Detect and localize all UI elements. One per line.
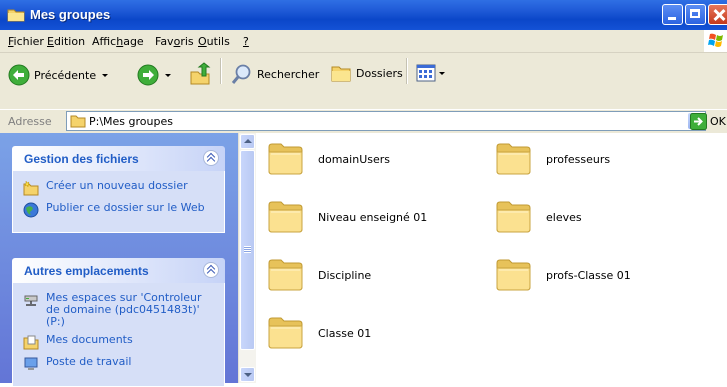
folder-icon	[268, 199, 304, 236]
my-computer-icon	[24, 357, 38, 370]
folder-icon	[496, 199, 532, 236]
close-button[interactable]	[708, 4, 727, 25]
place-label: Mes documents	[46, 333, 133, 346]
place-label: Poste de travail	[46, 355, 132, 368]
views-dropdown-icon[interactable]	[439, 71, 445, 75]
scroll-thumb[interactable]	[240, 150, 255, 350]
back-button[interactable]: Précédente	[8, 64, 109, 86]
other-places-body: Mes espaces sur 'Controleur de domaine (…	[12, 283, 225, 387]
windows-logo-icon	[704, 30, 727, 52]
menu-item[interactable]: Fichier	[8, 35, 44, 48]
folder-label: Classe 01	[318, 327, 372, 340]
folder-item[interactable]: Discipline	[268, 257, 371, 294]
folder-icon	[496, 141, 532, 178]
task-label: Publier ce dossier sur le Web	[46, 201, 205, 214]
folder-icon	[70, 115, 86, 128]
menu-item[interactable]: ?	[243, 35, 249, 48]
folder-item[interactable]: domainUsers	[268, 141, 390, 178]
menu-item[interactable]: Affichage	[92, 35, 144, 48]
network-drive-icon	[24, 295, 38, 306]
title-bar: Mes groupes	[0, 0, 727, 30]
file-tasks-panel: Gestion des fichiers Créer un nouveau do…	[12, 146, 225, 233]
go-arrow-icon	[690, 113, 707, 130]
forward-dropdown-icon[interactable]	[165, 73, 171, 77]
window-title: Mes groupes	[30, 7, 111, 22]
task-pane: Gestion des fichiers Créer un nouveau do…	[0, 133, 238, 387]
folder-icon	[268, 257, 304, 294]
place-my-computer[interactable]: Poste de travail	[23, 356, 214, 372]
folder-icon	[7, 7, 25, 25]
task-publish-web[interactable]: Publier ce dossier sur le Web	[23, 202, 214, 218]
new-folder-icon	[23, 180, 39, 196]
forward-button[interactable]	[137, 64, 171, 86]
place-network-drive[interactable]: Mes espaces sur 'Controleur de domaine (…	[23, 292, 214, 328]
folder-item[interactable]: eleves	[496, 199, 582, 236]
minimize-button[interactable]	[662, 4, 683, 25]
search-label: Rechercher	[257, 67, 320, 81]
folder-icon	[268, 141, 304, 178]
task-new-folder[interactable]: Créer un nouveau dossier	[23, 180, 214, 196]
menu-item[interactable]: Outils	[198, 35, 230, 48]
collapse-chevron-icon[interactable]	[203, 262, 219, 278]
views-button[interactable]	[416, 64, 445, 82]
menu-item[interactable]: Edition	[47, 35, 85, 48]
back-dropdown-icon[interactable]	[102, 73, 109, 77]
other-places-panel: Autres emplacements Mes espaces sur 'Con…	[12, 258, 225, 387]
folders-label: Dossiers	[356, 66, 403, 80]
file-tasks-body: Créer un nouveau dossier Publier ce doss…	[12, 171, 225, 233]
back-arrow-icon	[8, 64, 30, 86]
folder-item[interactable]: Classe 01	[268, 315, 371, 352]
place-my-documents[interactable]: Mes documents	[23, 334, 214, 350]
folders-icon	[331, 66, 351, 82]
task-label: Créer un nouveau dossier	[46, 179, 188, 192]
folder-label: professeurs	[546, 153, 611, 166]
folder-item[interactable]: Niveau enseigné 01	[268, 199, 427, 236]
scroll-up-button[interactable]	[240, 134, 255, 149]
folder-item[interactable]: professeurs	[496, 141, 610, 178]
scroll-down-button[interactable]	[240, 367, 255, 382]
file-tasks-title: Gestion des fichiers	[24, 152, 139, 166]
file-list: domainUsers professeurs Niveau enseigné 01…	[256, 133, 727, 383]
other-places-header[interactable]: Autres emplacements	[12, 258, 225, 283]
collapse-chevron-icon[interactable]	[203, 150, 219, 166]
address-path: P:\Mes groupes	[89, 115, 173, 128]
menu-bar: Fichier Edition Affichage Favoris Outils?	[0, 30, 727, 53]
back-label: Précédente	[34, 68, 97, 82]
folder-label: Niveau enseigné 01	[318, 211, 428, 224]
other-places-title: Autres emplacements	[24, 264, 149, 278]
menu-item[interactable]: Favoris	[155, 35, 194, 48]
folder-item[interactable]: profs-Classe 01	[496, 257, 631, 294]
views-icon	[416, 64, 436, 82]
address-input[interactable]: P:\Mes groupes	[66, 111, 706, 131]
task-pane-scrollbar[interactable]	[238, 133, 256, 383]
file-tasks-header[interactable]: Gestion des fichiers	[12, 146, 225, 171]
folder-label: eleves	[546, 211, 582, 224]
maximize-button[interactable]	[685, 4, 706, 25]
toolbar-separator	[220, 58, 222, 84]
folder-label: domainUsers	[318, 153, 390, 166]
forward-arrow-icon	[137, 64, 159, 86]
publish-web-icon	[23, 202, 39, 218]
toolbar-separator	[406, 58, 408, 84]
folder-icon	[496, 257, 532, 294]
folders-button[interactable]: Dossiers	[330, 63, 403, 83]
folder-label: profs-Classe 01	[546, 269, 631, 282]
up-folder-icon	[190, 62, 211, 85]
folder-icon	[268, 315, 304, 352]
my-documents-icon	[23, 335, 39, 350]
folder-label: Discipline	[318, 269, 372, 282]
search-button[interactable]: Rechercher	[231, 63, 319, 85]
toolbar: Précédente Rechercher Dossiers	[0, 53, 727, 110]
search-icon	[231, 64, 251, 84]
address-label: Adresse	[8, 115, 52, 128]
go-label: OK	[710, 115, 726, 128]
go-button[interactable]: OK	[690, 113, 726, 130]
place-label: Mes espaces sur 'Controleur de domaine (…	[46, 291, 202, 328]
up-folder-button[interactable]	[188, 62, 212, 86]
address-bar: Adresse P:\Mes groupes OK	[0, 109, 727, 133]
